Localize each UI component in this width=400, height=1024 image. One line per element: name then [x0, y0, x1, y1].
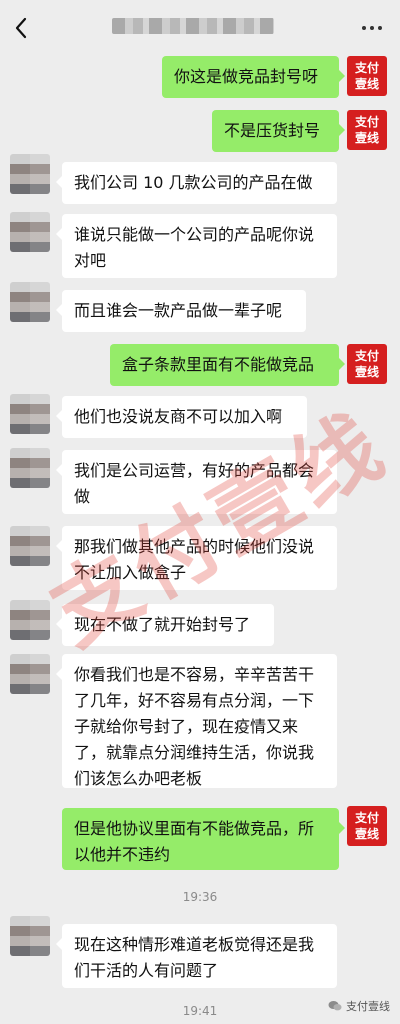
avatar[interactable]	[10, 916, 50, 956]
avatar[interactable]: 支付 壹线	[347, 56, 387, 96]
avatar[interactable]	[10, 526, 50, 566]
avatar[interactable]: 支付 壹线	[347, 806, 387, 846]
more-options-icon[interactable]	[360, 20, 390, 34]
wechat-icon	[328, 1000, 342, 1012]
source-tag: 支付壹线	[328, 998, 390, 1014]
message-bubble: 你这是做竞品封号呀	[162, 56, 345, 98]
message-bubble: 盒子条款里面有不能做竞品	[110, 344, 345, 386]
message-bubble: 我们是公司运营，有好的产品都会做	[56, 450, 337, 514]
message-bubble: 但是他协议里面有不能做竞品，所以他并不违约	[62, 808, 345, 870]
avatar[interactable]	[10, 654, 50, 694]
message-bubble: 你看我们也是不容易，辛辛苦苦干了几年，好不容易有点分润，一下子就给你号封了，现在…	[56, 654, 337, 788]
avatar[interactable]	[10, 394, 50, 434]
message-bubble: 不是压货封号	[212, 110, 345, 152]
avatar[interactable]	[10, 212, 50, 252]
timestamp: 19:36	[182, 890, 218, 904]
message-bubble: 我们公司 10 几款公司的产品在做	[56, 162, 337, 204]
avatar[interactable]: 支付 壹线	[347, 344, 387, 384]
chat-title-blurred	[112, 18, 274, 34]
avatar[interactable]	[10, 154, 50, 194]
message-bubble: 那我们做其他产品的时候他们没说不让加入做盒子	[56, 526, 337, 590]
avatar[interactable]: 支付 壹线	[347, 110, 387, 150]
message-bubble: 谁说只能做一个公司的产品呢你说对吧	[56, 214, 337, 278]
message-bubble: 而且谁会一款产品做一辈子呢	[56, 290, 306, 332]
back-arrow-icon[interactable]	[10, 14, 34, 42]
chat-header	[0, 0, 400, 54]
message-bubble: 现在这种情形难道老板觉得还是我们干活的人有问题了	[56, 924, 337, 988]
avatar[interactable]	[10, 448, 50, 488]
message-bubble: 现在不做了就开始封号了	[56, 604, 274, 646]
message-bubble: 他们也没说友商不可以加入啊	[56, 396, 307, 438]
avatar[interactable]	[10, 600, 50, 640]
avatar[interactable]	[10, 282, 50, 322]
source-label: 支付壹线	[346, 1000, 390, 1013]
